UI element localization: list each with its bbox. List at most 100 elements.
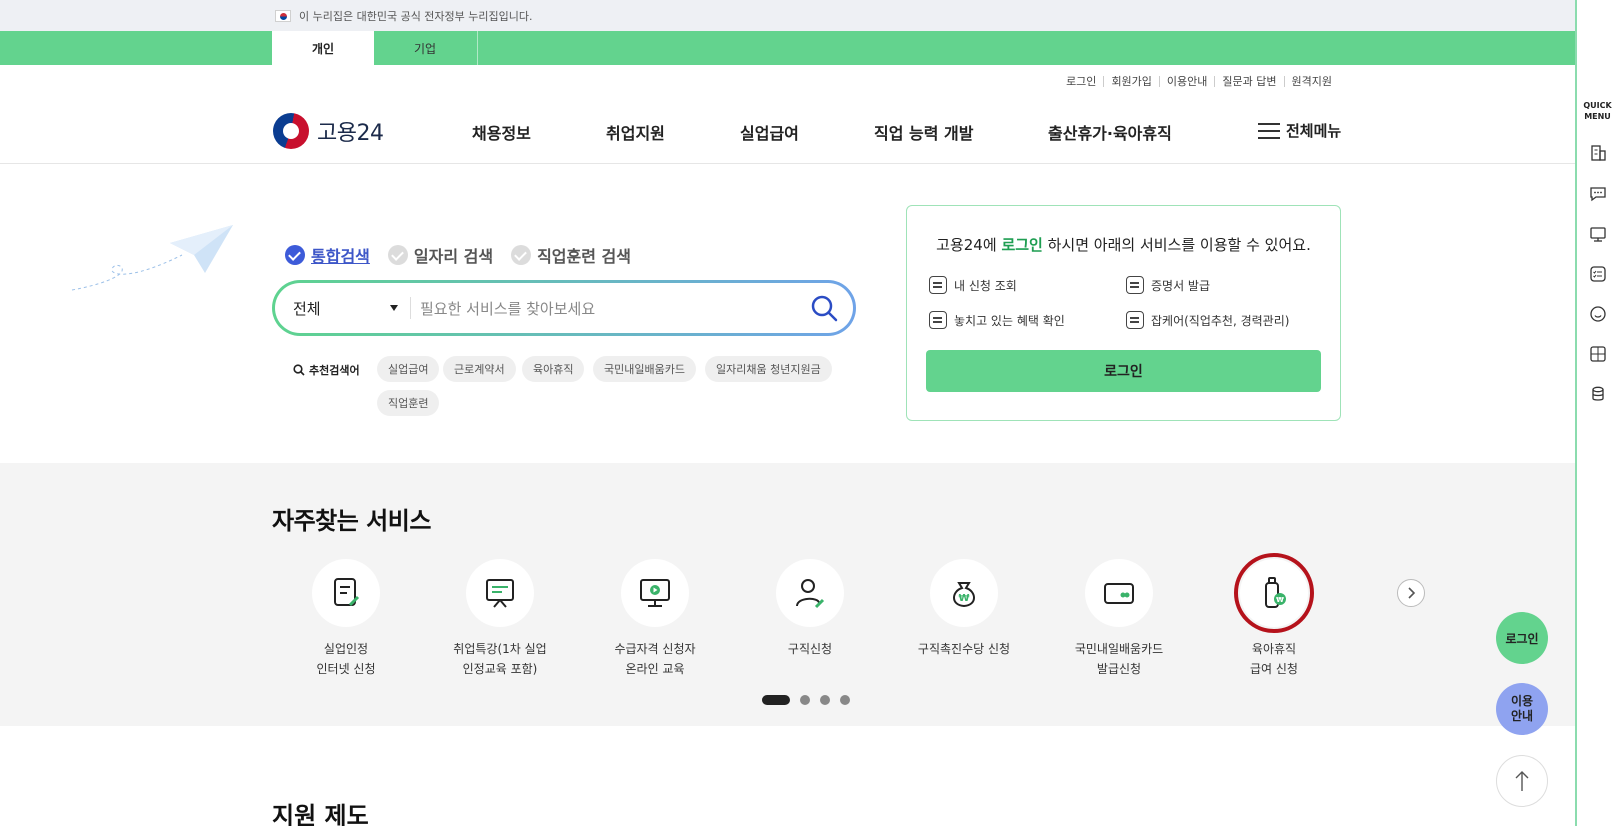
gov-banner-text: 이 누리집은 대한민국 공식 전자정부 누리집입니다.: [299, 10, 533, 23]
paper-plane-icon: [71, 225, 233, 291]
recommended-label: 추천검색어: [293, 362, 360, 378]
floating-guide-line2: 안내: [1510, 709, 1534, 723]
search-box: 전체: [272, 280, 856, 336]
tab-business[interactable]: 기업: [374, 31, 476, 65]
service-item[interactable]: 국민내일배움카드 발급신청: [1039, 559, 1199, 679]
calculator-icon[interactable]: [1589, 345, 1607, 363]
nav-unemployment-benefit[interactable]: 실업급여: [740, 120, 799, 144]
tab-personal[interactable]: 개인: [272, 31, 374, 65]
util-remote-link[interactable]: 원격지원: [1283, 76, 1339, 87]
section-title: 자주찾는 서비스: [272, 507, 431, 535]
card-icon: [1104, 583, 1134, 604]
certificate-icon: [1126, 276, 1144, 294]
service-item[interactable]: ₩ 구직촉진수당 신청: [884, 559, 1044, 659]
service-label-line1: 수급자격 신청자: [614, 642, 696, 656]
pagination-dot[interactable]: [840, 695, 850, 705]
utility-links: 로그인 회원가입 이용안내 질문과 답변 원격지원: [1059, 76, 1339, 87]
service-item[interactable]: 취업특강(1차 실업 인정교육 포함): [420, 559, 580, 679]
service-label: 구직촉진수당 신청: [884, 639, 1044, 659]
all-menu-button[interactable]: 전체메뉴: [1258, 120, 1341, 141]
site-logo[interactable]: 고용24: [273, 113, 384, 149]
clipboard-clock-icon: [1126, 311, 1144, 329]
tab-divider: [477, 31, 478, 65]
keyword-chip[interactable]: 국민내일배움카드: [593, 356, 696, 382]
missed-benefit-link[interactable]: 놓치고 있는 혜택 확인: [929, 311, 1065, 329]
document-search-icon: [929, 311, 947, 329]
jobcare-link[interactable]: 잡케어(직업추천, 경력관리): [1126, 311, 1289, 329]
util-guide-link[interactable]: 이용안내: [1158, 76, 1214, 87]
carousel-next-button[interactable]: [1397, 579, 1425, 607]
quick-menu: QUICK MENU: [1575, 0, 1618, 826]
search-divider: [410, 297, 411, 319]
chat-bubble-icon[interactable]: [1589, 185, 1607, 203]
keyword-chip[interactable]: 근로계약서: [443, 356, 516, 382]
gov-banner: 이 누리집은 대한민국 공식 전자정부 누리집입니다.: [0, 0, 1575, 31]
certificate-link[interactable]: 증명서 발급: [1126, 276, 1210, 294]
nav-employment-support[interactable]: 취업지원: [606, 120, 665, 144]
tab-job-search[interactable]: 일자리 검색: [387, 243, 493, 267]
check-circle-icon: [511, 245, 532, 265]
nav-vocational-training[interactable]: 직업 능력 개발: [874, 120, 973, 144]
login-card-title: 고용24에 로그인 하시면 아래의 서비스를 이용할 수 있어요.: [907, 234, 1340, 255]
hamburger-icon: [1258, 122, 1280, 139]
search-small-icon: [293, 364, 305, 376]
util-signup-link[interactable]: 회원가입: [1103, 76, 1158, 87]
my-application-link[interactable]: 내 신청 조회: [929, 276, 1017, 294]
checklist-icon[interactable]: [1589, 265, 1607, 283]
caret-down-icon[interactable]: [390, 305, 398, 311]
pagination-dot-active[interactable]: [762, 695, 790, 705]
arrow-up-icon: [1515, 771, 1529, 791]
service-icon-circle: [776, 559, 844, 627]
quick-menu-title-line1: QUICK: [1583, 101, 1612, 110]
tab-integrated-search-label: 통합검색: [311, 247, 370, 266]
service-item[interactable]: 실업인정 인터넷 신청: [266, 559, 426, 679]
scroll-to-top-button[interactable]: [1496, 755, 1548, 807]
coin-stack-icon[interactable]: [1589, 385, 1607, 403]
keyword-chip[interactable]: 일자리채움 청년지원금: [705, 356, 832, 382]
all-menu-label: 전체메뉴: [1286, 122, 1342, 140]
floating-login-button[interactable]: 로그인: [1496, 612, 1548, 664]
service-label: 국민내일배움카드 발급신청: [1039, 639, 1199, 679]
service-label-line2: 발급신청: [1096, 662, 1142, 676]
support-section-title: 지원 제도: [272, 802, 369, 826]
logo-text: 고용24: [317, 121, 384, 146]
check-circle-icon: [387, 245, 408, 265]
tab-integrated-search[interactable]: 통합검색: [285, 243, 370, 267]
search-input[interactable]: [420, 295, 790, 323]
service-item[interactable]: ₩ 육아휴직 급여 신청: [1194, 553, 1354, 679]
login-card-title-suffix: 하시면 아래의 서비스를 이용할 수 있어요.: [1047, 236, 1311, 254]
svg-text:₩: ₩: [958, 593, 969, 604]
service-label-line2: 인정교육 포함): [462, 662, 538, 676]
building-icon[interactable]: [1589, 144, 1607, 162]
nav-jobs[interactable]: 채용정보: [472, 120, 531, 144]
pagination-dot[interactable]: [800, 695, 810, 705]
jobcare-label: 잡케어(직업추천, 경력관리): [1151, 313, 1290, 328]
monitor-icon[interactable]: [1589, 225, 1607, 243]
main-header: 고용24 채용정보 취업지원 실업급여 직업 능력 개발 출산휴가·육아휴직 전…: [0, 94, 1575, 164]
service-icon-circle: [312, 559, 380, 627]
tab-training-search[interactable]: 직업훈련 검색: [511, 243, 631, 267]
service-label-line1: 구직촉진수당 신청: [917, 642, 1011, 656]
nav-parental-leave[interactable]: 출산휴가·육아휴직: [1048, 120, 1172, 144]
service-item[interactable]: 구직신청: [730, 559, 890, 659]
search-category-select[interactable]: 전체: [293, 298, 321, 319]
recommended-label-text: 추천검색어: [309, 364, 360, 377]
util-login-link[interactable]: 로그인: [1059, 76, 1103, 87]
check-circle-icon: [285, 245, 305, 265]
login-button[interactable]: 로그인: [926, 350, 1321, 392]
service-item[interactable]: 수급자격 신청자 온라인 교육: [575, 559, 735, 679]
smile-icon[interactable]: [1589, 305, 1607, 323]
login-card-title-highlight: 로그인: [1001, 236, 1043, 254]
keyword-chip[interactable]: 직업훈련: [377, 390, 440, 416]
service-label-line1: 육아휴직: [1251, 642, 1297, 656]
service-label: 육아휴직 급여 신청: [1194, 639, 1354, 679]
keyword-chip[interactable]: 실업급여: [377, 356, 440, 382]
floating-guide-button[interactable]: 이용 안내: [1496, 683, 1548, 735]
search-icon[interactable]: [809, 293, 839, 323]
my-application-label: 내 신청 조회: [954, 278, 1017, 293]
util-qna-link[interactable]: 질문과 답변: [1214, 76, 1283, 87]
pagination-dot[interactable]: [820, 695, 830, 705]
money-bag-icon: ₩: [953, 582, 975, 608]
document-edit-icon: [334, 578, 360, 607]
keyword-chip[interactable]: 육아휴직: [522, 356, 585, 382]
